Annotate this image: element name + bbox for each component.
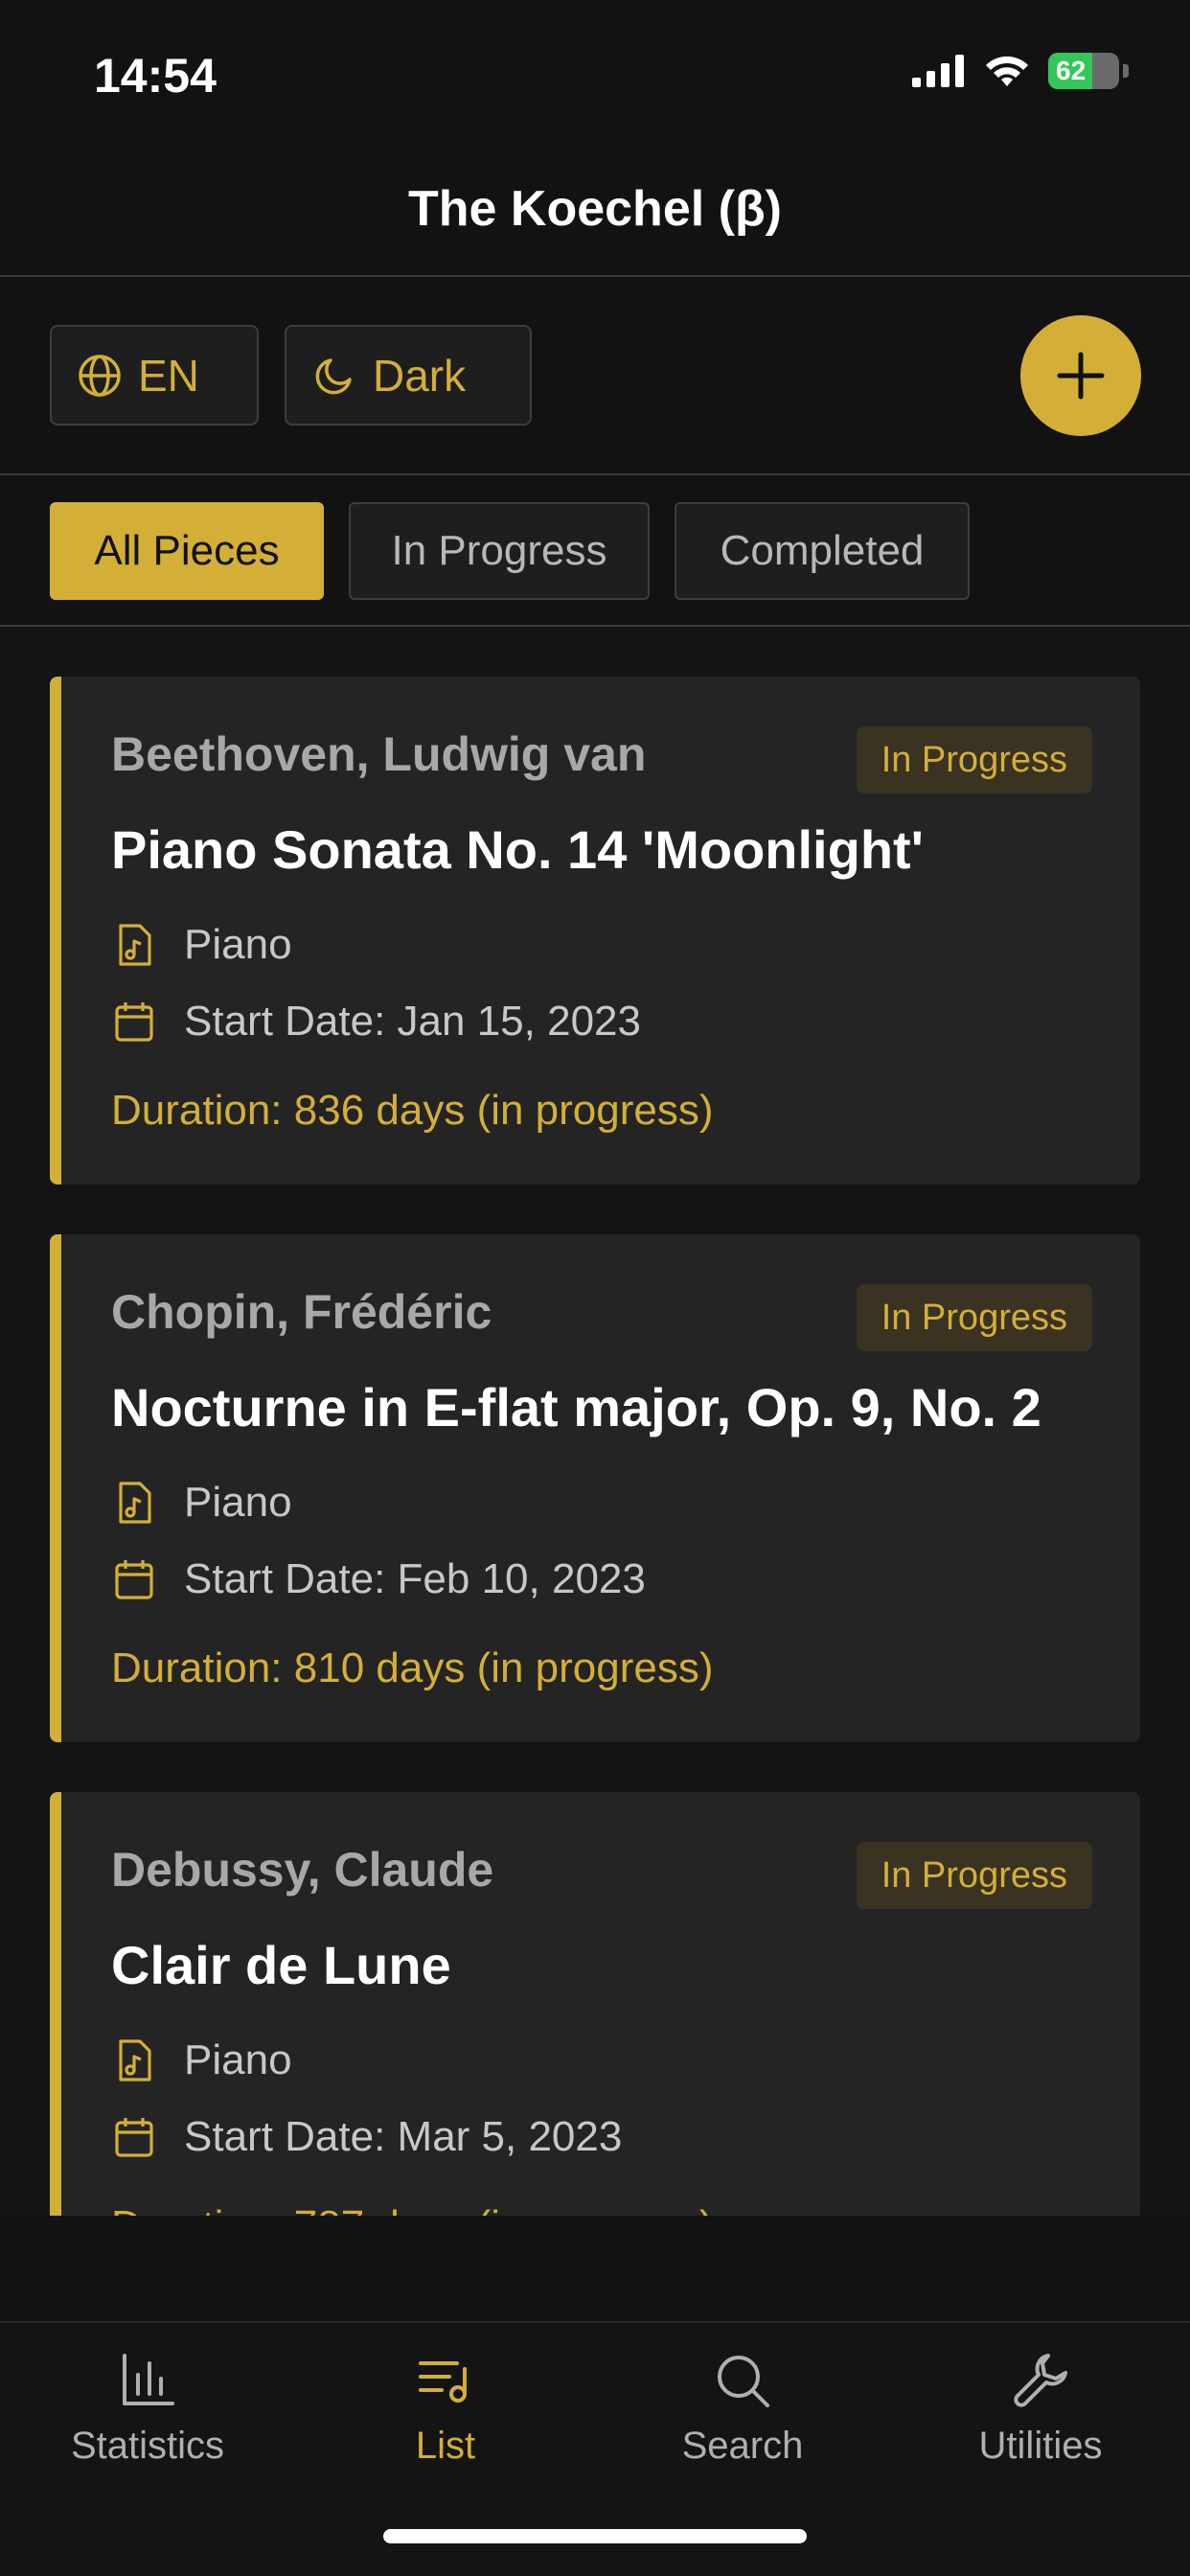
status-badge: In Progress xyxy=(856,726,1092,794)
nav-statistics-label: Statistics xyxy=(70,2425,225,2467)
piece-composer: Debussy, Claude xyxy=(111,1843,494,1897)
start-date-row: Start Date: Jan 15, 2023 xyxy=(111,998,641,1046)
duration-label: Duration: 836 days (in progress) xyxy=(111,1087,714,1134)
start-date-row: Start Date: Mar 5, 2023 xyxy=(111,2113,622,2161)
theme-label: Dark xyxy=(373,350,467,401)
nav-list-label: List xyxy=(415,2425,476,2467)
duration-label: Duration: 810 days (in progress) xyxy=(111,1644,714,1691)
bar-chart-icon xyxy=(123,2354,174,2405)
music-list-icon xyxy=(419,2361,467,2403)
add-piece-button[interactable] xyxy=(1020,315,1141,436)
moon-icon xyxy=(315,357,352,394)
instrument-row: Piano xyxy=(111,921,292,969)
home-indicator xyxy=(383,2529,807,2543)
battery-percent: 62 xyxy=(1056,56,1087,85)
calendar-icon xyxy=(115,2118,153,2157)
calendar-icon xyxy=(115,1002,153,1042)
piece-card[interactable]: Chopin, Frédéric In Progress Nocturne in… xyxy=(50,1234,1140,1742)
start-date-row: Start Date: Feb 10, 2023 xyxy=(111,1555,646,1603)
instrument-label: Piano xyxy=(184,921,292,968)
pieces-list[interactable]: Beethoven, Ludwig van In Progress Piano … xyxy=(0,627,1190,2216)
piece-card[interactable]: Debussy, Claude In Progress Clair de Lun… xyxy=(50,1792,1140,2216)
instrument-row: Piano xyxy=(111,2036,292,2084)
instrument-row: Piano xyxy=(111,1479,292,1527)
page-title: The Koechel (β) xyxy=(408,181,782,237)
start-date-label: Start Date: Jan 15, 2023 xyxy=(184,998,641,1045)
piece-title: Nocturne in E-flat major, Op. 9, No. 2 xyxy=(111,1377,1041,1438)
status-icons: 62 xyxy=(912,53,1129,89)
battery-cap xyxy=(1123,64,1129,78)
instrument-label: Piano xyxy=(184,2036,292,2083)
signal-icon xyxy=(912,55,964,87)
status-badge: In Progress xyxy=(856,1842,1092,1909)
tab-in-progress[interactable]: In Progress xyxy=(349,502,650,600)
piece-title: Piano Sonata No. 14 'Moonlight' xyxy=(111,819,924,880)
start-date-label: Start Date: Feb 10, 2023 xyxy=(184,1555,646,1602)
filter-tabs: All Pieces In Progress Completed xyxy=(0,475,1190,627)
app-header: The Koechel (β) xyxy=(0,144,1190,277)
nav-utilities-label: Utilities xyxy=(978,2425,1103,2467)
duration-label: Duration: 787 days (in progress) xyxy=(111,2202,714,2216)
battery-icon: 62 xyxy=(1048,53,1119,89)
piece-card[interactable]: Beethoven, Ludwig van In Progress Piano … xyxy=(50,677,1140,1184)
instrument-label: Piano xyxy=(184,1479,292,1526)
wrench-icon xyxy=(1014,2354,1067,2407)
plus-icon xyxy=(1057,352,1105,400)
nav-utilities[interactable]: Utilities xyxy=(926,2350,1156,2468)
status-time: 14:54 xyxy=(94,49,217,103)
start-date-label: Start Date: Mar 5, 2023 xyxy=(184,2113,623,2160)
status-bar: 14:54 62 xyxy=(0,0,1190,144)
toolbar: EN Dark xyxy=(0,277,1190,475)
language-label: EN xyxy=(138,350,199,401)
nav-search[interactable]: Search xyxy=(628,2350,858,2468)
nav-statistics[interactable]: Statistics xyxy=(33,2350,263,2468)
language-button[interactable]: EN xyxy=(50,325,259,426)
theme-button[interactable]: Dark xyxy=(285,325,532,426)
nav-list[interactable]: List xyxy=(331,2350,561,2468)
music-file-icon xyxy=(119,924,151,966)
nav-search-label: Search xyxy=(681,2425,804,2467)
piece-composer: Chopin, Frédéric xyxy=(111,1285,492,1339)
piece-title: Clair de Lune xyxy=(111,1935,451,1995)
music-file-icon xyxy=(119,1482,151,1524)
music-file-icon xyxy=(119,2039,151,2082)
status-badge: In Progress xyxy=(856,1284,1092,1351)
tab-completed[interactable]: Completed xyxy=(675,502,970,600)
calendar-icon xyxy=(115,1560,153,1599)
piece-composer: Beethoven, Ludwig van xyxy=(111,727,647,781)
globe-icon xyxy=(79,354,121,397)
search-icon xyxy=(718,2356,769,2407)
app-screen: 14:54 62 The Koechel (β) EN Dark All Pie… xyxy=(0,0,1190,2576)
wifi-icon xyxy=(986,56,1028,86)
tab-all-pieces[interactable]: All Pieces xyxy=(50,502,324,600)
